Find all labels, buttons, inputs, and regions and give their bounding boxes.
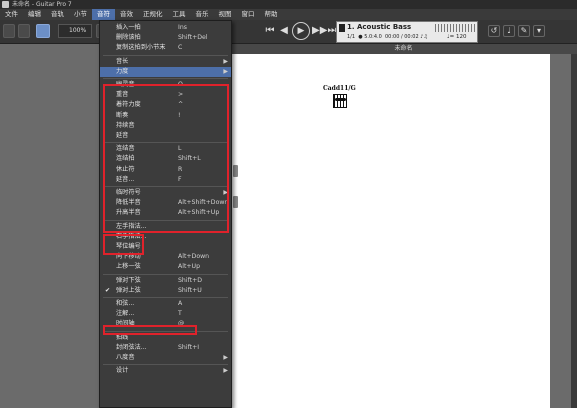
menu-item[interactable]: 八度音 ▶ <box>100 353 231 363</box>
check-icon: ✔ <box>105 286 111 294</box>
menu-11[interactable]: 帮助 <box>260 9 283 20</box>
title-bar: 未命名 - Guitar Pro 7 <box>0 0 577 9</box>
menu-item-label: 删除该拍 <box>116 34 141 42</box>
app-icon <box>2 1 9 8</box>
menu-item-label: 和弦... <box>116 300 135 307</box>
annotation-box-text <box>103 325 197 335</box>
menu-separator <box>103 297 228 298</box>
menu-0[interactable]: 文件 <box>0 9 23 20</box>
menu-8[interactable]: 音乐 <box>191 9 214 20</box>
panel-handle[interactable] <box>233 165 238 177</box>
menu-9[interactable]: 视图 <box>214 9 237 20</box>
zoom-value: 100% <box>69 27 87 34</box>
right-tools: ↺ ♩ ✎ ▾ <box>488 25 545 37</box>
menu-item[interactable]: 注解... T <box>100 309 231 319</box>
menu-item-shortcut: Ins <box>178 24 187 31</box>
annotation-box-effects <box>103 84 229 233</box>
chord-diagram[interactable] <box>333 94 347 108</box>
menu-item-label: 设计 <box>116 367 129 375</box>
submenu-arrow-icon: ▶ <box>223 67 228 75</box>
menu-item-label: 插入一拍 <box>116 24 141 31</box>
submenu-arrow-icon: ▶ <box>223 367 228 375</box>
menu-item-shortcut: Shift+D <box>178 276 203 284</box>
menu-separator <box>103 54 228 56</box>
tempo[interactable]: ♩= 120 <box>447 34 466 40</box>
menu-4[interactable]: 音符 <box>92 9 115 20</box>
annotation-box-fingering <box>103 234 144 255</box>
bar-position: 1/1 <box>347 34 356 40</box>
menu-item-shortcut: C <box>178 44 183 52</box>
track-icon <box>339 24 345 32</box>
toolbar: 100% ⏮ ◀ ▶ ▶▶ ⏭ 1. Acoustic Bass 1/1 ● 5.0:4… <box>0 20 577 44</box>
menu-item-label: 复制这拍到小节末 <box>116 44 166 52</box>
menu-item[interactable]: 复制这拍到小节末 C <box>100 43 231 53</box>
vertical-scrollbar[interactable] <box>571 54 577 408</box>
menu-item-label: 弹对上弦 <box>116 286 141 294</box>
menu-item-shortcut: T <box>178 310 182 318</box>
menu-item[interactable]: ✔ 弹对上弦 Shift+U <box>100 286 231 296</box>
menu-item-label: 上移一弦 <box>116 263 141 271</box>
menu-item[interactable]: 删除该拍 Shift+Del <box>100 33 231 43</box>
menu-item-label: 封闭弦法... <box>116 343 147 351</box>
submenu-arrow-icon: ▶ <box>223 57 228 65</box>
play-icon[interactable]: ▶ <box>292 22 310 40</box>
view-screen-button[interactable] <box>36 24 50 38</box>
menu-item[interactable]: 封闭弦法... Shift+I <box>100 343 231 353</box>
menu-item-shortcut: Alt+Up <box>178 263 201 271</box>
edit-icon[interactable]: ✎ <box>518 25 530 37</box>
menu-item[interactable]: 力度 ▶ <box>100 66 231 77</box>
document-title: 未命名 <box>394 45 413 52</box>
more-icon[interactable]: ▾ <box>533 25 545 37</box>
skip-back-icon[interactable]: ⏮ <box>264 23 276 39</box>
lcd-position-row: 1/1 ● 5.0:4.0 00:00 / 00:02 ♪♫ <box>347 34 428 40</box>
menu-item-label: 音长 <box>116 57 129 65</box>
submenu-arrow-icon: ▶ <box>223 354 228 361</box>
metronome-icon[interactable]: ♩ <box>503 25 515 37</box>
menu-item-label: 注解... <box>116 310 135 318</box>
note-icon: ♪♫ <box>420 34 428 40</box>
transport-controls: ⏮ ◀ ▶ ▶▶ ⏭ <box>264 22 338 40</box>
view-horizontal-button[interactable] <box>18 24 30 38</box>
view-page-button[interactable] <box>3 24 15 38</box>
menu-10[interactable]: 窗口 <box>237 9 260 20</box>
menu-item-label: 力度 <box>116 67 129 75</box>
menu-6[interactable]: 正规化 <box>138 9 168 20</box>
menu-item-shortcut: Shift+Del <box>178 34 208 42</box>
menu-item-label: 八度音 <box>116 354 135 361</box>
panel-handle[interactable] <box>233 196 238 208</box>
rewind-icon[interactable]: ◀ <box>278 23 290 39</box>
menu-7[interactable]: 工具 <box>168 9 191 20</box>
menu-item-shortcut: Shift+I <box>178 343 200 351</box>
time-display: 00:00 / 00:02 <box>384 34 419 40</box>
menu-5[interactable]: 音效 <box>115 9 138 20</box>
menu-2[interactable]: 音轨 <box>46 9 69 20</box>
menu-separator <box>103 364 228 366</box>
menu-bar: 文件 编辑 音轨 小节 音符 音效 正规化 工具 音乐 视图 窗口 帮助 <box>0 9 577 20</box>
menu-item-shortcut: Alt+Down <box>178 253 210 261</box>
menu-item[interactable]: 弹对下弦 Shift+D <box>100 276 231 286</box>
menu-item-shortcut: A <box>178 300 183 307</box>
menu-item-label: 弹对下弦 <box>116 276 141 284</box>
time-signature: 5.0:4.0 <box>364 34 382 40</box>
menu-separator <box>103 273 228 275</box>
menu-item[interactable]: 和弦... A <box>100 299 231 309</box>
lcd-display: 1. Acoustic Bass 1/1 ● 5.0:4.0 00:00 / 0… <box>336 21 478 43</box>
forward-icon[interactable]: ▶▶ <box>312 23 327 39</box>
menu-1[interactable]: 编辑 <box>23 9 46 20</box>
window-title: 未命名 - Guitar Pro 7 <box>12 1 72 8</box>
menu-item[interactable]: 设计 ▶ <box>100 366 231 376</box>
menu-item[interactable]: 插入一拍 Ins <box>100 23 231 33</box>
menu-3[interactable]: 小节 <box>69 9 92 20</box>
document-tab[interactable]: 未命名 <box>230 44 577 54</box>
loop-icon[interactable]: ↺ <box>488 25 500 37</box>
meter-bars <box>435 24 475 32</box>
menu-item[interactable]: 上移一弦 Alt+Up <box>100 262 231 272</box>
track-name[interactable]: 1. Acoustic Bass <box>347 23 411 31</box>
menu-item[interactable]: 音长 ▶ <box>100 57 231 67</box>
chord-name[interactable]: Cadd11/G <box>323 85 356 92</box>
zoom-select[interactable]: 100% <box>58 24 92 38</box>
menu-separator <box>103 78 228 79</box>
menu-item-shortcut: Shift+U <box>178 286 202 294</box>
